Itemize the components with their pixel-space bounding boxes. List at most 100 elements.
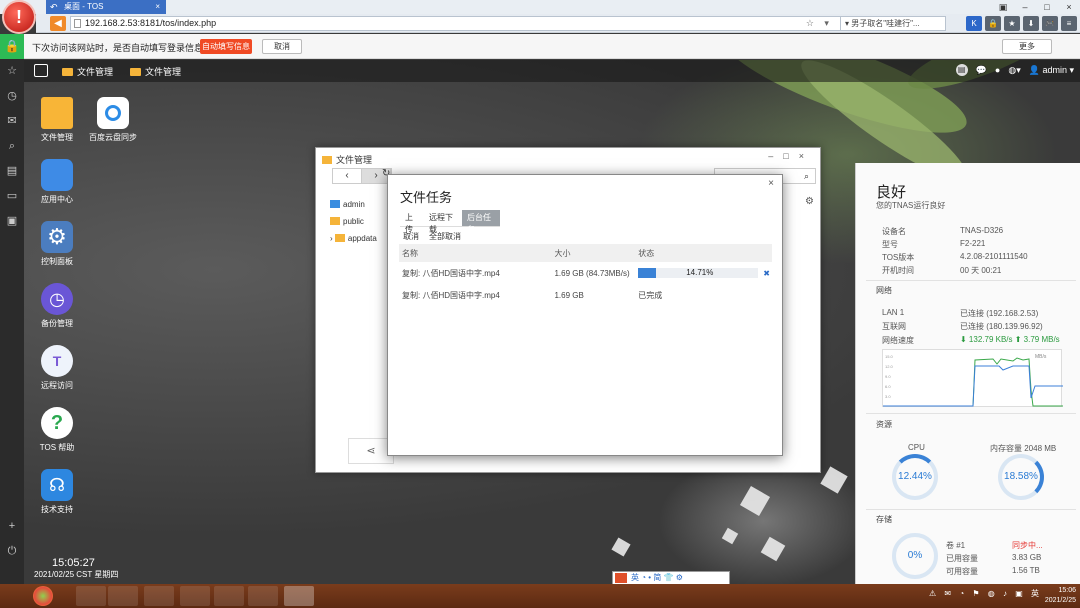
favorites-icon[interactable]: ☆ (0, 59, 24, 84)
taskbar-clock[interactable]: 15:06 2021/2/25 (1045, 586, 1076, 606)
salt-decoration (760, 536, 786, 562)
more-button[interactable]: 更多 (1002, 39, 1052, 54)
app-control-panel[interactable]: ⚙ 控制面板 (32, 221, 82, 267)
start-button[interactable] (33, 586, 53, 606)
game-icon[interactable]: 🎮 (1042, 16, 1058, 31)
graph-tick: 15.0 (885, 354, 894, 359)
lock-icon: 🔒 (0, 34, 24, 59)
history-icon[interactable]: ◷ (0, 84, 24, 109)
bag-icon[interactable]: ▭ (0, 184, 24, 209)
taskbar-active-browser-icon[interactable] (284, 586, 314, 606)
cancel-task-icon[interactable]: ✖ (758, 262, 772, 284)
kv-value: 1.56 TB (1012, 566, 1040, 575)
notification-icon[interactable]: ● (995, 65, 1000, 75)
network-title: 网络 (876, 286, 892, 295)
window-controls[interactable]: –□× (768, 151, 814, 161)
clock-date: 2021/02/25 CST 星期四 (34, 570, 119, 579)
app-file-manager[interactable]: 文件管理 (32, 97, 82, 143)
autofill-button[interactable]: 自动填写信息 (200, 39, 252, 54)
power-icon[interactable]: ⏻ (0, 539, 24, 564)
resources-title: 资源 (876, 420, 892, 429)
col-size[interactable]: 大小 (551, 244, 636, 262)
taskbar-file-manager-1[interactable]: 文件管理 (62, 65, 113, 78)
tree-item-admin[interactable]: admin (330, 196, 377, 213)
close-window-icon[interactable]: × (1058, 0, 1080, 14)
memory-gauge: 18.58% (998, 454, 1044, 500)
app-label: TOS 帮助 (39, 443, 75, 452)
cpu-gauge: 12.44% (892, 454, 938, 500)
task-status: 已完成 (638, 290, 663, 300)
ime-toolbar[interactable]: 英 ◔ • 简 👕 ⚙ (612, 571, 730, 585)
settings-gear-icon[interactable]: ⚙ (805, 196, 814, 207)
taskbar-paint-icon[interactable] (248, 586, 278, 606)
table-row[interactable]: 复制: 八佰HD国语中字.mp4 1.69 GB 已完成 (399, 284, 772, 306)
kv-value: 3.83 GB (1012, 553, 1042, 562)
user-menu[interactable]: 👤 admin ▾ (1029, 65, 1074, 76)
window-skin-icon[interactable]: ▣ (992, 0, 1014, 14)
password-save-bar: 🔒 下次访问该网站时，是否自动填写登录信息？ 自动填写信息 取消 更多 (0, 34, 1080, 59)
file-tasks-dialog: × 文件任务 上传 远程下载 后台任务 取消 全部取消 名称 大小 状态 复制:… (387, 174, 783, 456)
left-dock: ☆ ◷ ✉ ⌕ ▤ ▭ ▣ + ⏻ (0, 59, 24, 584)
tab-upload[interactable]: 上传 (400, 210, 424, 234)
system-tray-icons[interactable]: ⚠ ✉ ◔ ⚑ ◍ ♪ ▣ 英 (929, 588, 1042, 599)
browser-logo-icon[interactable]: ! (2, 0, 36, 34)
globe-icon[interactable]: ◍▾ (1008, 65, 1020, 76)
browser-tab[interactable]: ↶ 桌面 - TOS × (46, 0, 166, 14)
extension-k-icon[interactable]: K (966, 16, 982, 31)
system-status-panel: 良好 您的TNAS运行良好 设备名 TNAS-D326 型号 F2-221 TOS版… (855, 163, 1080, 584)
back-arrow-icon[interactable]: ↶ (50, 0, 58, 14)
taskbar-browser-icon[interactable] (76, 586, 106, 606)
taskbar-notes-icon[interactable] (180, 586, 210, 606)
download-icon[interactable]: ⬇ (1023, 16, 1039, 31)
progress-fill (638, 268, 656, 278)
tree-label: public (343, 217, 364, 226)
tab-background-tasks[interactable]: 后台任务 (462, 210, 500, 234)
taskbar-explorer-icon[interactable] (108, 586, 138, 606)
cloud-ring (105, 105, 121, 121)
tree-item-public[interactable]: public (330, 213, 377, 230)
extension-lock-icon[interactable]: 🔒 (985, 16, 1001, 31)
back-button[interactable]: ‹ (333, 169, 362, 183)
search-icon[interactable]: ⌕ (0, 134, 24, 159)
menu-icon[interactable]: ≡ (1061, 16, 1077, 31)
tab-close-icon[interactable]: × (155, 0, 160, 14)
notes-icon[interactable]: ▤ (0, 159, 24, 184)
taskbar-file-manager-2[interactable]: 文件管理 (130, 65, 181, 78)
tab-remote-download[interactable]: 远程下载 (424, 210, 462, 234)
cancel-autofill-button[interactable]: 取消 (262, 39, 302, 54)
page-icon (74, 19, 81, 28)
taskbar-wechat-icon[interactable] (144, 586, 174, 606)
add-icon[interactable]: + (0, 514, 24, 539)
app-remote-access[interactable]: T 远程访问 (32, 345, 82, 391)
device-row: 设备名 TNAS-D326 (882, 226, 1003, 237)
tasks-icon[interactable]: ▤ (955, 64, 968, 76)
url-input[interactable]: 192.168.2.53:8181/tos/index.php ☆ ▾ ↻ (70, 16, 856, 31)
shopping-bag-icon (41, 159, 73, 191)
mail-icon[interactable]: ✉ (0, 109, 24, 134)
app-center[interactable]: 应用中心 (32, 159, 82, 205)
gamepad-icon[interactable]: ▣ (0, 209, 24, 234)
tree-item-appdata[interactable]: › appdata (330, 230, 377, 247)
salt-decoration (721, 527, 739, 545)
cancel-all-button[interactable]: 全部取消 (429, 231, 461, 242)
browser-search-input[interactable]: ▾ 男子取名"哇建行"... (840, 16, 946, 31)
desktop-switch-icon[interactable] (34, 64, 48, 77)
maximize-icon[interactable]: □ (1036, 0, 1058, 14)
app-tech-support[interactable]: ☊ 技术支持 (32, 469, 82, 515)
col-status[interactable]: 状态 (635, 244, 759, 262)
nav-back-button[interactable]: ◀ (50, 16, 66, 31)
taskbar-word-icon[interactable] (214, 586, 244, 606)
table-row[interactable]: 复制: 八佰HD国语中字.mp4 1.69 GB (84.73MB/s) 14.… (399, 262, 772, 284)
app-baidu-sync[interactable]: 百度云盘同步 (88, 97, 138, 143)
chat-icon[interactable]: 💬 (976, 65, 987, 76)
col-name[interactable]: 名称 (399, 244, 552, 262)
close-icon[interactable]: × (768, 178, 774, 189)
bookmark-star-icon[interactable]: ★ (1004, 16, 1020, 31)
app-tos-help[interactable]: ? TOS 帮助 (32, 407, 82, 453)
windows-taskbar: ⚠ ✉ ◔ ⚑ ◍ ♪ ▣ 英 15:06 2021/2/25 (0, 584, 1080, 608)
app-backup[interactable]: ◷ 备份管理 (32, 283, 82, 329)
window-title: 文件管理 (322, 153, 372, 166)
minimize-icon[interactable]: – (1014, 0, 1036, 14)
folder-icon (41, 97, 73, 129)
cancel-button[interactable]: 取消 (403, 231, 419, 242)
